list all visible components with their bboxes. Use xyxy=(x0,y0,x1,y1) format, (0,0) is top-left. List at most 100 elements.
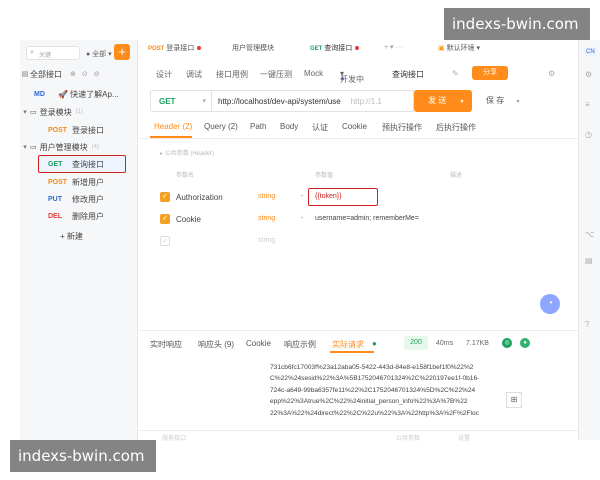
chevron-down-icon[interactable]: ▾ xyxy=(460,99,463,105)
layout-icon[interactable]: ⊞ xyxy=(506,392,522,408)
tab-debug[interactable]: 调试 xyxy=(186,69,202,80)
sidebar-search-input[interactable]: ⌕ 关键 xyxy=(26,46,80,60)
tab-live-response[interactable]: 实时响应 xyxy=(150,339,182,350)
sidebar-scope-select[interactable]: ● 全部 ▾ xyxy=(86,49,112,59)
tab-test-cases[interactable]: 接口用例 xyxy=(216,69,248,80)
param-value[interactable]: username=admin; rememberMe= xyxy=(315,215,419,222)
col-desc: 描述 xyxy=(450,173,463,179)
code-icon[interactable]: ⌥ xyxy=(585,230,594,239)
public-params-label: 公共参数 (Header) xyxy=(164,151,215,157)
search-icon: ⌕ xyxy=(30,49,34,56)
tab-nav-controls[interactable]: + ▾ ··· xyxy=(384,43,403,51)
add-icon[interactable]: + xyxy=(300,193,304,200)
chevron-down-icon: ▾ xyxy=(202,98,206,105)
tab-design[interactable]: 设计 xyxy=(156,69,172,80)
tab-pre-script[interactable]: 预执行操作 xyxy=(382,122,422,133)
send-button[interactable]: 发 送 ▾ xyxy=(414,90,472,112)
sidebar-group-user[interactable]: ▾ ▭ 用户管理模块 (4) xyxy=(20,139,138,155)
param-name[interactable]: Authorization xyxy=(176,193,223,202)
method-badge: POST xyxy=(48,178,68,186)
row-checkbox[interactable]: ✓ xyxy=(160,236,170,246)
url-input[interactable]: http://localhost/dev-api/system/use http:… xyxy=(212,90,414,112)
dev-status-select[interactable]: ● 开发中 ▾ xyxy=(340,69,364,84)
globe-icon[interactable]: ◎ xyxy=(502,338,512,348)
method-badge: PUT xyxy=(48,195,62,203)
environment-select[interactable]: ▣ 默认环境 ▾ xyxy=(438,43,480,53)
help-icon[interactable]: ? xyxy=(585,320,589,329)
tab-label: 登录接口 xyxy=(166,45,195,52)
sidebar-item-add-user[interactable]: POST 新增用户 xyxy=(20,174,138,190)
check-icon[interactable]: ● xyxy=(520,338,530,348)
tab-query[interactable]: GET 查询接口 xyxy=(310,43,360,53)
sidebar-group-login[interactable]: ▾ ▭ 登录模块 (1) xyxy=(20,104,138,120)
param-type[interactable]: string xyxy=(258,237,275,244)
add-icon[interactable]: + xyxy=(300,215,304,222)
tab-auth[interactable]: 认证 xyxy=(312,122,328,133)
param-tabs: Header (2) Query (2) Path Body 认证 Cookie… xyxy=(150,120,580,136)
edit-icon[interactable]: ✎ xyxy=(452,69,459,78)
tab-body[interactable]: Body xyxy=(280,122,298,131)
sidebar-item-label: 查询接口 xyxy=(72,159,104,169)
tab-stress-test[interactable]: 一键压测 xyxy=(260,69,292,80)
table-row: ✓ string xyxy=(160,233,570,251)
tab-post-script[interactable]: 后执行操作 xyxy=(436,122,476,133)
sidebar-item-label: 新增用户 xyxy=(72,177,104,187)
sidebar-item-label: 全部接口 xyxy=(30,69,62,79)
sidebar-item-all[interactable]: ▤ 全部接口 ⊕⊙⊖ xyxy=(20,66,138,82)
share-button[interactable]: 分享 xyxy=(472,66,508,80)
tab-header[interactable]: Header (2) xyxy=(154,122,192,131)
folder-icon: ▭ xyxy=(30,144,37,151)
sidebar-item-login[interactable]: POST 登录接口 xyxy=(20,122,138,138)
method-badge: GET xyxy=(310,46,323,52)
tab-response-cookie[interactable]: Cookie xyxy=(246,339,271,348)
watermark-bottom: indexs-bwin.com xyxy=(10,440,156,472)
language-badge[interactable]: CN xyxy=(585,48,596,56)
bottom-right[interactable]: 设置 xyxy=(458,433,470,442)
param-type[interactable]: string xyxy=(258,215,275,222)
settings-icon[interactable]: ⚙ xyxy=(585,70,592,79)
public-params-toggle[interactable]: ▸ 公共参数 (Header) xyxy=(160,148,214,157)
tab-user-module[interactable]: 用户管理模块 xyxy=(232,43,274,53)
list-icon: ▤ xyxy=(21,71,29,78)
tab-cookie[interactable]: Cookie xyxy=(342,122,367,131)
sidebar: ⌕ 关键 ● 全部 ▾ + ▤ 全部接口 ⊕⊙⊖ MD 🚀 快速了解Ap... … xyxy=(20,40,138,440)
tab-path[interactable]: Path xyxy=(250,122,266,131)
bottom-bar: 服务接口 公共参数 设置 xyxy=(138,430,578,442)
chevron-down-icon: ▾ xyxy=(23,144,27,151)
divider xyxy=(138,138,578,139)
header-table-head: 参数名 参数值 描述 xyxy=(160,170,570,182)
param-type[interactable]: string xyxy=(258,193,275,200)
list-icon[interactable]: ≡ xyxy=(585,100,590,109)
row-checkbox[interactable]: ✓ xyxy=(160,192,170,202)
history-icon[interactable]: ◷ xyxy=(585,130,592,139)
tab-label: 查询接口 xyxy=(324,45,353,52)
tab-response-headers[interactable]: 响应头 (9) xyxy=(198,339,234,350)
settings-icon[interactable]: ⚙ xyxy=(548,69,555,78)
add-button[interactable]: + xyxy=(114,44,130,60)
add-tab-icon[interactable]: + xyxy=(384,44,388,51)
sidebar-tool-icons[interactable]: ⊕⊙⊖ xyxy=(70,70,106,78)
param-name[interactable]: Cookie xyxy=(176,215,201,224)
body-line: 22%3A%22%24direct%22%2C%22u%22%3A%22http… xyxy=(270,409,479,417)
save-button[interactable]: 保 存 ▾ xyxy=(478,90,528,112)
token-highlight[interactable]: {{token}} xyxy=(308,188,378,206)
sidebar-item-quick[interactable]: MD 🚀 快速了解Ap... xyxy=(20,86,138,102)
bottom-left[interactable]: 服务接口 xyxy=(162,433,186,442)
tab-query-params[interactable]: Query (2) xyxy=(204,122,238,131)
method-select[interactable]: GET ▾ xyxy=(150,90,212,112)
doc-icon[interactable]: ▤ xyxy=(585,256,593,265)
tab-response-examples[interactable]: 响应示例 xyxy=(284,339,316,350)
new-button[interactable]: + 新建 xyxy=(20,228,138,244)
tab-actual-request[interactable]: 实际请求 xyxy=(332,339,364,350)
tab-mock[interactable]: Mock xyxy=(304,69,323,78)
row-checkbox[interactable]: ✓ xyxy=(160,214,170,224)
sidebar-item-edit-user[interactable]: PUT 修改用户 xyxy=(20,191,138,207)
url-value: http://localhost/dev-api/system/use xyxy=(218,97,341,106)
assistant-icon[interactable]: ◔ xyxy=(540,294,560,314)
bottom-mid[interactable]: 公共参数 xyxy=(396,433,420,442)
api-name[interactable]: 查询接口 xyxy=(392,69,424,80)
sidebar-item-query[interactable]: GET 查询接口 xyxy=(20,156,138,172)
chevron-down-icon[interactable]: ▾ xyxy=(516,99,519,105)
sidebar-item-delete-user[interactable]: DEL 删除用户 xyxy=(20,208,138,224)
tab-login[interactable]: POST 登录接口 xyxy=(148,43,202,53)
